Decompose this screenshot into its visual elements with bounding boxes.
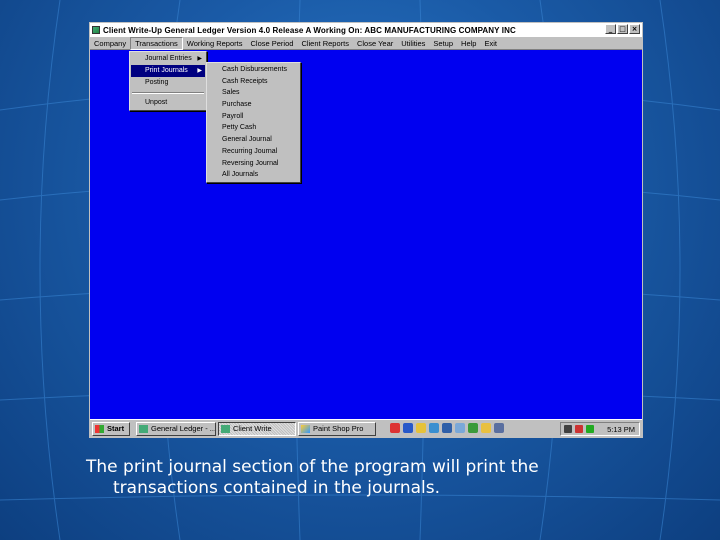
submenu-general-journal[interactable]: General Journal	[208, 134, 299, 146]
app-icon	[139, 425, 148, 433]
submenu-cash-receipts[interactable]: Cash Receipts	[208, 76, 299, 88]
caption-line-2: transactions contained in the journals.	[113, 478, 441, 498]
submenu-arrow-icon: ▶	[197, 56, 202, 62]
submenu-payroll[interactable]: Payroll	[208, 111, 299, 123]
menu-item-label: Print Journals	[145, 67, 188, 74]
document-icon[interactable]	[455, 423, 465, 433]
outlook-icon[interactable]	[403, 423, 413, 433]
slide-caption: The print journal section of the program…	[86, 457, 646, 499]
menu-item-label: Posting	[145, 79, 169, 86]
submenu-arrow-icon: ▶	[197, 68, 202, 74]
task-general-ledger[interactable]: General Ledger - ...	[136, 422, 216, 436]
menu-working-reports[interactable]: Working Reports	[183, 37, 247, 50]
menu-exit[interactable]: Exit	[480, 37, 501, 50]
menu-item-print-journals[interactable]: Print Journals ▶	[131, 65, 205, 77]
title-bar: Client Write-Up General Ledger Version 4…	[90, 23, 642, 37]
volume-icon[interactable]	[564, 425, 572, 433]
menu-transactions[interactable]: Transactions	[130, 36, 183, 50]
menu-separator	[132, 92, 204, 94]
messenger-icon[interactable]	[442, 423, 452, 433]
quick-launch-bar	[390, 423, 504, 433]
menu-close-period[interactable]: Close Period	[246, 37, 297, 50]
paint-shop-pro-icon	[301, 425, 310, 433]
maximize-button[interactable]: □	[617, 24, 628, 34]
window-title: Client Write-Up General Ledger Version 4…	[103, 25, 516, 35]
menu-utilities[interactable]: Utilities	[397, 37, 429, 50]
transactions-menu: Journal Entries ▶ Print Journals ▶ Posti…	[129, 51, 207, 111]
menu-company[interactable]: Company	[90, 37, 130, 50]
antivirus-icon[interactable]	[575, 425, 583, 433]
app-window: Client Write-Up General Ledger Version 4…	[89, 22, 643, 438]
clock: 5:13 PM	[607, 424, 635, 434]
windows-logo-icon	[95, 425, 104, 433]
folder-icon[interactable]	[481, 423, 491, 433]
menu-help[interactable]: Help	[457, 37, 480, 50]
menu-setup[interactable]: Setup	[429, 37, 457, 50]
menu-item-journal-entries[interactable]: Journal Entries ▶	[131, 53, 205, 65]
menu-client-reports[interactable]: Client Reports	[297, 37, 353, 50]
submenu-all-journals[interactable]: All Journals	[208, 169, 299, 181]
menu-bar: Company Transactions Working Reports Clo…	[90, 36, 642, 50]
menu-item-label: Journal Entries	[145, 55, 192, 62]
menu-close-year[interactable]: Close Year	[353, 37, 397, 50]
submenu-purchase[interactable]: Purchase	[208, 99, 299, 111]
submenu-recurring-journal[interactable]: Recurring Journal	[208, 146, 299, 158]
app-icon	[221, 425, 230, 433]
task-paint-shop-pro[interactable]: Paint Shop Pro	[298, 422, 376, 436]
submenu-reversing-journal[interactable]: Reversing Journal	[208, 158, 299, 170]
task-label: Client Write	[233, 424, 272, 433]
network-status-icon[interactable]	[586, 425, 594, 433]
menu-item-unpost[interactable]: Unpost	[131, 97, 205, 109]
caption-line-1: The print journal section of the program…	[86, 457, 539, 477]
minimize-button[interactable]: _	[605, 24, 616, 34]
menu-item-label: Unpost	[145, 99, 168, 106]
system-tray: 5:13 PM	[560, 422, 640, 436]
task-client-write[interactable]: Client Write	[218, 422, 296, 436]
explorer-icon[interactable]	[416, 423, 426, 433]
submenu-sales[interactable]: Sales	[208, 87, 299, 99]
close-button[interactable]: ×	[629, 24, 640, 34]
print-journals-submenu: Cash Disbursements Cash Receipts Sales P…	[206, 62, 301, 183]
task-label: General Ledger - ...	[151, 424, 216, 433]
start-button[interactable]: Start	[92, 422, 130, 436]
app-icon	[92, 26, 100, 34]
taskbar: Start General Ledger - ... Client Write …	[90, 419, 642, 437]
network-icon[interactable]	[429, 423, 439, 433]
task-label: Paint Shop Pro	[313, 424, 364, 433]
terminal-icon[interactable]	[494, 423, 504, 433]
submenu-cash-disbursements[interactable]: Cash Disbursements	[208, 64, 299, 76]
browser-icon[interactable]	[390, 423, 400, 433]
start-label: Start	[107, 424, 125, 433]
settings-icon[interactable]	[468, 423, 478, 433]
menu-item-posting[interactable]: Posting	[131, 77, 205, 89]
submenu-petty-cash[interactable]: Petty Cash	[208, 122, 299, 134]
window-controls: _ □ ×	[605, 24, 640, 34]
